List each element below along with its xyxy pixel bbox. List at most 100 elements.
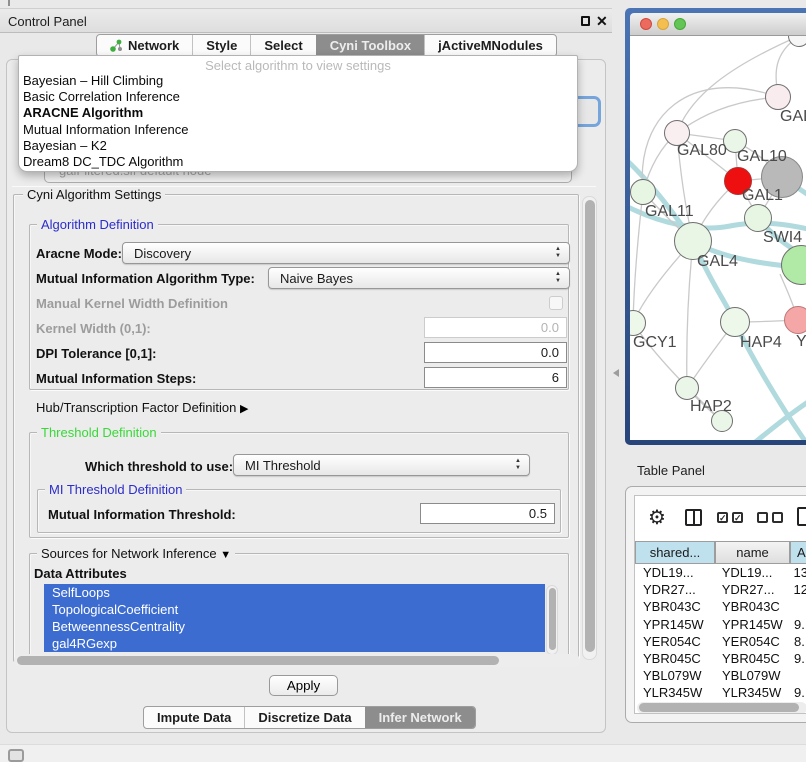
tab-cyni-toolbox[interactable]: Cyni Toolbox xyxy=(316,35,424,56)
data-attributes-list: SelfLoops TopologicalCoefficient Between… xyxy=(44,584,545,656)
data-attributes-label: Data Attributes xyxy=(34,566,127,581)
close-icon[interactable]: ✕ xyxy=(596,13,608,30)
gear-icon[interactable]: ⚙ xyxy=(648,505,666,530)
zoom-traffic-icon[interactable] xyxy=(674,18,686,30)
algorithm-option[interactable]: Bayesian – K2 xyxy=(19,138,577,154)
sources-group-title: Sources for Network Inference xyxy=(41,546,217,561)
node-label: HAP4 xyxy=(740,334,782,352)
checked-box-icon[interactable]: ✓ xyxy=(732,512,743,523)
tab-style[interactable]: Style xyxy=(192,35,250,56)
control-panel-title: Control Panel xyxy=(8,14,87,29)
manual-kernel-checkbox[interactable] xyxy=(549,296,563,310)
node-label: Y xyxy=(796,333,806,351)
mi-threshold-field[interactable]: 0.5 xyxy=(420,503,555,524)
unchecked-box-icon[interactable] xyxy=(757,512,768,523)
algorithm-option[interactable]: Dream8 DC_TDC Algorithm xyxy=(19,154,577,170)
column-header-shared[interactable]: shared... xyxy=(635,541,715,564)
tab-jactivemnodules[interactable]: jActiveMNodules xyxy=(424,35,556,56)
network-view-window[interactable]: GAL GAL80 GAL10 GAL1 GAL11 SWI4 GAL4 GCY… xyxy=(625,8,806,445)
network-canvas[interactable]: GAL GAL80 GAL10 GAL1 GAL11 SWI4 GAL4 GCY… xyxy=(630,36,806,440)
table-row[interactable]: YDR27...YDR27...12 xyxy=(636,581,806,598)
algorithm-option[interactable]: Bayesian – Hill Climbing xyxy=(19,73,577,89)
algorithm-definition-title: Algorithm Definition xyxy=(37,217,158,232)
attribute-item-selected[interactable]: TopologicalCoefficient xyxy=(44,601,545,618)
network-window-titlebar[interactable] xyxy=(630,13,806,36)
table-row[interactable]: YBL079WYBL079W xyxy=(636,667,806,684)
apply-button-label: Apply xyxy=(287,678,320,693)
split-columns-icon[interactable] xyxy=(685,509,702,526)
attribute-item-selected[interactable]: SelfLoops xyxy=(44,584,545,601)
kernel-width-field[interactable]: 0.0 xyxy=(424,317,567,338)
apply-button[interactable]: Apply xyxy=(269,675,338,696)
panel-resize-handle[interactable] xyxy=(613,369,619,377)
table-row[interactable]: YPR145WYPR145W9. xyxy=(636,616,806,633)
which-threshold-combo[interactable]: MI Threshold ▲▼ xyxy=(233,454,530,476)
which-threshold-label: Which threshold to use: xyxy=(85,459,233,474)
screenshot-root: Control Panel ✕ Network Style Select Cyn… xyxy=(0,0,806,762)
manual-kernel-label: Manual Kernel Width Definition xyxy=(36,296,228,311)
document-icon[interactable] xyxy=(797,507,806,526)
mi-steps-field[interactable]: 6 xyxy=(424,367,567,388)
node-label: GAL11 xyxy=(645,203,694,221)
bottom-panel-strip xyxy=(0,744,806,762)
algorithm-option-selected[interactable]: ARACNE Algorithm xyxy=(19,105,577,121)
node-label: SWI4 xyxy=(763,229,802,247)
aracne-mode-label: Aracne Mode: xyxy=(36,246,122,261)
dpi-tolerance-field[interactable]: 0.0 xyxy=(424,342,567,363)
control-panel-titlebar: Control Panel ✕ xyxy=(0,8,612,33)
table-row[interactable]: YDL19...YDL19...13 xyxy=(636,564,806,581)
table-panel-window: ⚙ ✓ ✓ shared... name A YDL19...YDL19...1… xyxy=(625,486,806,723)
node-swi4[interactable] xyxy=(744,204,772,232)
tab-discretize-data[interactable]: Discretize Data xyxy=(244,707,364,728)
minimize-traffic-icon[interactable] xyxy=(657,18,669,30)
node-hap2[interactable] xyxy=(675,376,699,400)
sources-group-toggle[interactable]: Sources for Network Inference ▼ xyxy=(37,546,235,561)
node-label: GAL xyxy=(780,108,806,126)
which-threshold-value: MI Threshold xyxy=(245,458,321,473)
unchecked-box-icon[interactable] xyxy=(772,512,783,523)
close-traffic-icon[interactable] xyxy=(640,18,652,30)
chevron-down-icon: ▼ xyxy=(220,549,231,561)
algorithm-option[interactable]: Basic Correlation Inference xyxy=(19,89,577,105)
attributes-scrollbar[interactable] xyxy=(546,585,558,655)
spinner-arrows-icon: ▲▼ xyxy=(554,271,562,285)
tab-network[interactable]: Network xyxy=(97,35,192,56)
network-icon xyxy=(110,39,123,52)
node-pink-y[interactable] xyxy=(784,306,806,334)
float-icon[interactable] xyxy=(581,16,590,26)
table-hscrollbar[interactable] xyxy=(637,702,806,714)
node-label: HAP2 xyxy=(690,398,732,416)
tab-impute-data[interactable]: Impute Data xyxy=(144,707,244,728)
attribute-item-selected[interactable]: BetweennessCentrality xyxy=(44,618,545,635)
algorithm-option[interactable]: Mutual Information Inference xyxy=(19,122,577,138)
table-row[interactable]: YBR043CYBR043C xyxy=(636,598,806,615)
node-label: GAL10 xyxy=(737,148,787,166)
tab-select[interactable]: Select xyxy=(250,35,315,56)
mi-type-combo[interactable]: Naive Bayes ▲▼ xyxy=(268,267,570,289)
column-header-partial[interactable]: A xyxy=(790,541,806,564)
node-pink-top[interactable] xyxy=(765,84,791,110)
mi-steps-value: 6 xyxy=(552,370,559,385)
table-row[interactable]: YBR045CYBR045C9. xyxy=(636,650,806,667)
settings-scrollbar[interactable] xyxy=(582,196,597,660)
dpi-tolerance-value: 0.0 xyxy=(541,345,559,360)
settings-hscrollbar[interactable] xyxy=(14,654,580,667)
spinner-arrows-icon: ▲▼ xyxy=(514,458,522,472)
node-gal11[interactable] xyxy=(630,179,656,205)
mi-type-label: Mutual Information Algorithm Type: xyxy=(36,271,255,286)
table-row[interactable]: YER054CYER054C8. xyxy=(636,633,806,650)
hub-section-label: Hub/Transcription Factor Definition xyxy=(36,400,236,415)
table-row[interactable]: YLR345WYLR345W9. xyxy=(636,684,806,701)
spinner-arrows-icon: ▲▼ xyxy=(554,246,562,260)
mi-steps-label: Mutual Information Steps: xyxy=(36,371,196,386)
node-label: GAL1 xyxy=(742,187,783,205)
aracne-mode-combo[interactable]: Discovery ▲▼ xyxy=(122,242,570,264)
hub-section-toggle[interactable]: Hub/Transcription Factor Definition ▶ xyxy=(36,400,248,415)
algorithm-dropdown-popup: Select algorithm to view settings Bayesi… xyxy=(18,55,578,172)
checked-box-icon[interactable]: ✓ xyxy=(717,512,728,523)
tab-infer-network[interactable]: Infer Network xyxy=(365,707,475,728)
column-header-name[interactable]: name xyxy=(715,541,790,564)
node-hap4[interactable] xyxy=(720,307,750,337)
minimized-panel-icon[interactable] xyxy=(8,749,24,762)
attribute-item-selected[interactable]: gal4RGexp xyxy=(44,635,545,652)
